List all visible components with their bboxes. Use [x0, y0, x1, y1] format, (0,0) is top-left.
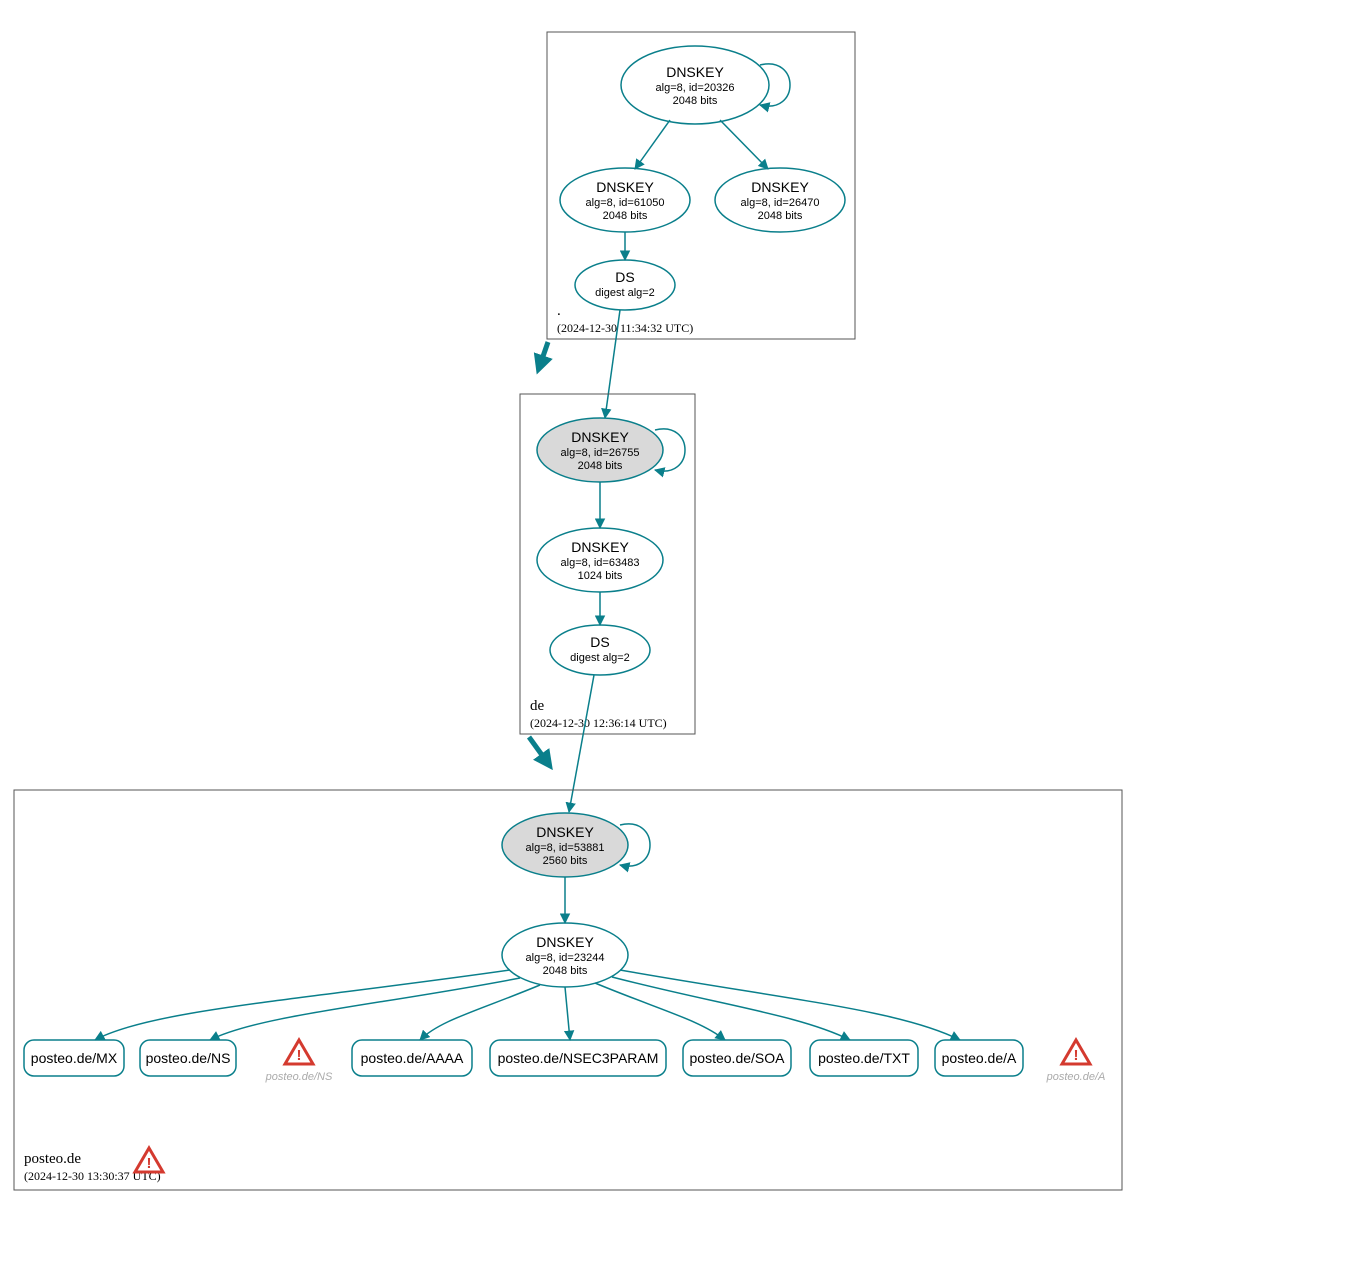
edge-rootksk-zsk2 [720, 120, 768, 169]
record-a[interactable]: posteo.de/A [935, 1040, 1023, 1076]
zone-de-ts: (2024-12-30 12:36:14 UTC) [530, 716, 667, 730]
delegation-de-posteo [529, 737, 547, 762]
svg-text:DNSKEY: DNSKEY [571, 429, 629, 445]
svg-text:2048 bits: 2048 bits [673, 95, 718, 107]
edge-zsk-nsec3 [565, 987, 570, 1040]
svg-text:2048 bits: 2048 bits [758, 210, 803, 222]
svg-text:alg=8, id=53881: alg=8, id=53881 [526, 842, 605, 854]
svg-text:DNSKEY: DNSKEY [536, 824, 594, 840]
zone-posteo-name: posteo.de [24, 1151, 81, 1167]
edge-deds-posteoksk [569, 675, 594, 812]
de-ksk-node[interactable]: DNSKEY alg=8, id=26755 2048 bits [537, 418, 663, 482]
svg-text:2560 bits: 2560 bits [543, 855, 588, 867]
svg-text:posteo.de/AAAA: posteo.de/AAAA [361, 1050, 464, 1066]
record-nsec3param[interactable]: posteo.de/NSEC3PARAM [490, 1040, 666, 1076]
svg-text:2048 bits: 2048 bits [603, 210, 648, 222]
svg-text:DNSKEY: DNSKEY [751, 179, 809, 195]
record-ns[interactable]: posteo.de/NS [140, 1040, 236, 1076]
svg-text:2048 bits: 2048 bits [578, 460, 623, 472]
svg-text:digest alg=2: digest alg=2 [570, 652, 630, 664]
zone-posteo: posteo.de (2024-12-30 13:30:37 UTC) DNSK… [14, 790, 1122, 1190]
warning-ns[interactable]: ! [285, 1040, 313, 1064]
de-zsk-node[interactable]: DNSKEY alg=8, id=63483 1024 bits [537, 528, 663, 592]
posteo-zsk-node[interactable]: DNSKEY alg=8, id=23244 2048 bits [502, 923, 628, 987]
svg-text:alg=8, id=63483: alg=8, id=63483 [561, 557, 640, 569]
svg-text:alg=8, id=20326: alg=8, id=20326 [656, 82, 735, 94]
root-zsk1-node[interactable]: DNSKEY alg=8, id=61050 2048 bits [560, 168, 690, 232]
root-ksk-node[interactable]: DNSKEY alg=8, id=20326 2048 bits [621, 46, 769, 124]
svg-text:DNSKEY: DNSKEY [571, 539, 629, 555]
warning-ns-label: posteo.de/NS [265, 1071, 333, 1083]
zone-de: de (2024-12-30 12:36:14 UTC) DNSKEY alg=… [520, 394, 695, 734]
svg-text:posteo.de/A: posteo.de/A [942, 1050, 1017, 1066]
edge-zsk-mx [95, 970, 510, 1040]
svg-text:DNSKEY: DNSKEY [536, 934, 594, 950]
zone-root: . (2024-12-30 11:34:32 UTC) DNSKEY alg=8… [547, 32, 855, 339]
svg-text:digest alg=2: digest alg=2 [595, 287, 655, 299]
svg-text:2048 bits: 2048 bits [543, 965, 588, 977]
record-aaaa[interactable]: posteo.de/AAAA [352, 1040, 472, 1076]
edge-zsk-aaaa [420, 985, 540, 1040]
svg-text:!: ! [297, 1047, 302, 1064]
zone-root-ts: (2024-12-30 11:34:32 UTC) [557, 321, 693, 335]
svg-text:posteo.de/MX: posteo.de/MX [31, 1050, 118, 1066]
svg-text:posteo.de/TXT: posteo.de/TXT [818, 1050, 910, 1066]
record-row: posteo.de/MX posteo.de/NS ! posteo.de/NS… [24, 1040, 1105, 1083]
de-ds-node[interactable]: DS digest alg=2 [550, 625, 650, 675]
svg-text:posteo.de/SOA: posteo.de/SOA [690, 1050, 786, 1066]
edge-zsk-a [620, 970, 960, 1040]
svg-text:posteo.de/NSEC3PARAM: posteo.de/NSEC3PARAM [498, 1050, 659, 1066]
svg-text:!: ! [1074, 1047, 1079, 1064]
svg-text:DNSKEY: DNSKEY [666, 64, 724, 80]
dnssec-diagram: . (2024-12-30 11:34:32 UTC) DNSKEY alg=8… [0, 0, 1364, 1282]
record-soa[interactable]: posteo.de/SOA [683, 1040, 791, 1076]
svg-text:DNSKEY: DNSKEY [596, 179, 654, 195]
record-mx[interactable]: posteo.de/MX [24, 1040, 124, 1076]
svg-text:alg=8, id=23244: alg=8, id=23244 [526, 952, 605, 964]
svg-text:alg=8, id=26470: alg=8, id=26470 [741, 197, 820, 209]
edge-zsk-txt [612, 977, 850, 1040]
posteo-ksk-node[interactable]: DNSKEY alg=8, id=53881 2560 bits [502, 813, 628, 877]
zone-root-name: . [557, 303, 561, 319]
edge-zsk-soa [595, 983, 725, 1040]
svg-text:posteo.de/NS: posteo.de/NS [146, 1050, 231, 1066]
warning-a[interactable]: ! [1062, 1040, 1090, 1064]
svg-text:DS: DS [590, 634, 609, 650]
zone-posteo-warning-icon[interactable]: ! [135, 1148, 163, 1172]
svg-text:DS: DS [615, 269, 634, 285]
record-txt[interactable]: posteo.de/TXT [810, 1040, 918, 1076]
root-ds-node[interactable]: DS digest alg=2 [575, 260, 675, 310]
root-zsk2-node[interactable]: DNSKEY alg=8, id=26470 2048 bits [715, 168, 845, 232]
warning-a-label: posteo.de/A [1046, 1071, 1106, 1083]
delegation-root-de [540, 342, 548, 365]
edge-rootksk-zsk1 [635, 120, 670, 169]
svg-text:!: ! [147, 1155, 152, 1172]
edge-zsk-ns [210, 978, 520, 1040]
svg-text:1024 bits: 1024 bits [578, 570, 623, 582]
svg-text:alg=8, id=26755: alg=8, id=26755 [561, 447, 640, 459]
zone-de-name: de [530, 698, 545, 714]
svg-text:alg=8, id=61050: alg=8, id=61050 [586, 197, 665, 209]
